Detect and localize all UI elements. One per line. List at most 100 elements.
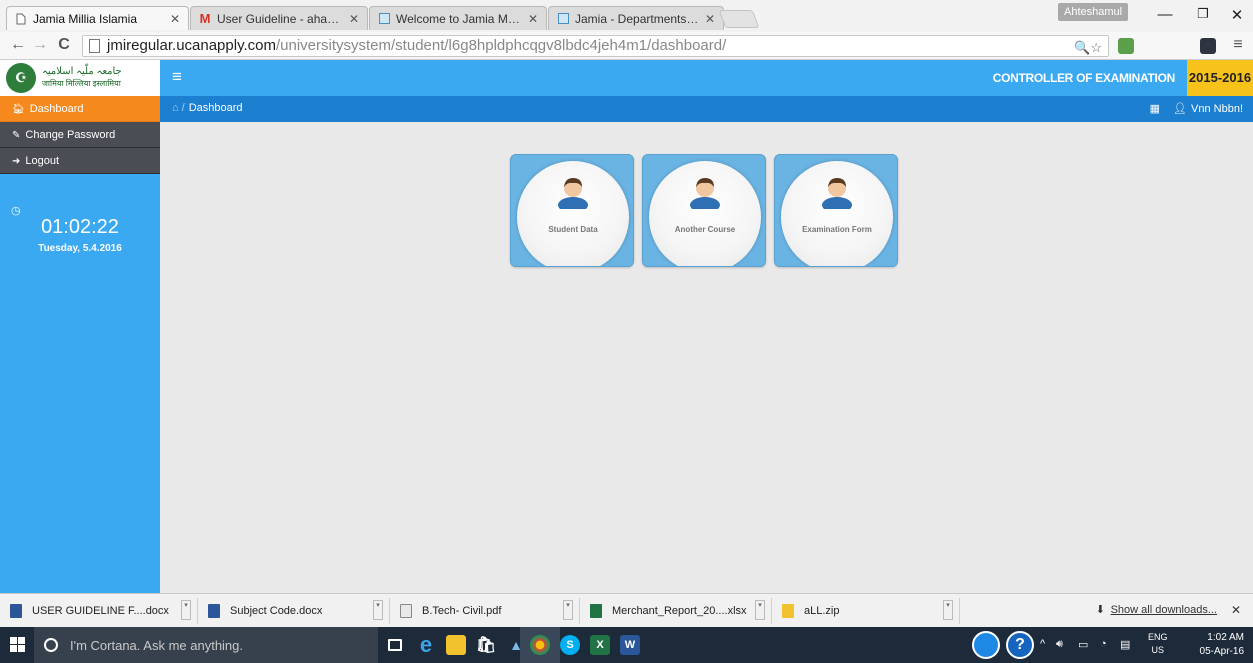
university-logo[interactable]: ☪ جامعہ ملّیہ اسلامیہ जामिया मिल्लिया इस… (0, 60, 160, 96)
close-icon[interactable]: ✕ (349, 12, 359, 26)
cortana-placeholder: I'm Cortana. Ask me anything. (70, 637, 244, 653)
download-item[interactable]: Subject Code.docx ▾ (198, 598, 390, 624)
forward-arrow-icon[interactable]: → (30, 36, 50, 54)
extension-icon[interactable] (1118, 38, 1134, 54)
calendar-icon[interactable]: ▦ (1150, 103, 1160, 115)
user-icon: 👤︎ (1173, 103, 1188, 115)
chevron-down-icon[interactable]: ▾ (373, 600, 383, 620)
skype-icon[interactable]: S (560, 635, 580, 655)
sidebar-item-label: Change Password (25, 129, 116, 141)
volume-icon[interactable]: 🔊︎ (1056, 638, 1063, 651)
store-icon[interactable]: 🛍︎ (476, 635, 496, 655)
clock-date: Tuesday, 5.4.2016 (38, 243, 122, 254)
tab-jamia-millia-islamia[interactable]: Jamia Millia Islamia ✕ (6, 6, 189, 30)
user-avatar-icon (558, 178, 588, 209)
pdf-file-icon (400, 604, 412, 618)
cortana-search-box[interactable]: I'm Cortana. Ask me anything. (34, 627, 378, 663)
address-bar[interactable]: jmiregular.ucanapply.com/universitysyste… (82, 35, 1109, 57)
back-arrow-icon[interactable]: ← (8, 36, 28, 54)
window-close-icon[interactable]: ✕ (1222, 6, 1252, 24)
zoom-bookmark-icons[interactable]: 🔍☆ (1074, 38, 1102, 56)
download-filename: Merchant_Report_20....xlsx (612, 605, 747, 617)
sidebar-item-dashboard[interactable]: 🏠︎ Dashboard (0, 96, 160, 122)
sidebar-item-label: Dashboard (29, 103, 84, 115)
file-explorer-icon[interactable] (446, 635, 466, 655)
download-filename: USER GUIDELINE F....docx (32, 605, 169, 617)
app-header: ☪ جامعہ ملّیہ اسلامیہ जामिया मिल्लिया इस… (0, 60, 1253, 96)
close-icon[interactable]: ✕ (170, 12, 180, 26)
close-icon[interactable]: ✕ (705, 12, 715, 26)
chevron-down-icon[interactable]: ▾ (943, 600, 953, 620)
chevron-up-icon[interactable]: ^ (1040, 638, 1045, 650)
card-another-course[interactable]: Another Course (642, 154, 766, 267)
task-view-icon[interactable] (388, 639, 402, 651)
menu-icon[interactable]: ≡ (1228, 36, 1248, 54)
help-icon[interactable]: ? (1006, 631, 1034, 659)
tab-welcome-jamia[interactable]: Welcome to Jamia Millia I ✕ (369, 6, 547, 30)
card-examination-form[interactable]: Examination Form (774, 154, 898, 267)
profile-button[interactable]: Ahteshamul (1058, 3, 1129, 21)
notifications-icon[interactable]: ▤ (1120, 638, 1130, 651)
breadcrumb: ⌂ / Dashboard (172, 102, 243, 114)
word-file-icon (208, 604, 220, 618)
user-menu[interactable]: ▦ 👤︎ Vnn Nbbn! (1140, 102, 1243, 115)
sidebar-item-change-password[interactable]: ✎ Change Password (0, 122, 160, 148)
chevron-down-icon[interactable]: ▾ (755, 600, 765, 620)
tab-user-guideline[interactable]: M User Guideline - ahaque ✕ (190, 6, 368, 30)
user-avatar-icon (690, 178, 720, 209)
card-label: Examination Form (802, 225, 872, 234)
page-icon (15, 13, 27, 25)
tab-title: Jamia - Departments - Off (575, 11, 699, 26)
chevron-down-icon[interactable]: ▾ (563, 600, 573, 620)
chevron-down-icon[interactable]: ▾ (181, 600, 191, 620)
zip-file-icon (782, 604, 794, 618)
chrome-icon[interactable] (530, 635, 550, 655)
taskbar-clock[interactable]: 1:02 AM 05-Apr-16 (1190, 631, 1244, 659)
wifi-icon[interactable]: ◔ (1100, 638, 1107, 650)
download-item[interactable]: aLL.zip ▾ (772, 598, 960, 624)
breadcrumb-current: Dashboard (188, 102, 243, 114)
minimize-icon[interactable]: — (1150, 6, 1180, 23)
download-icon: ⬇ (1095, 604, 1105, 616)
home-icon[interactable]: ⌂ (172, 102, 179, 114)
site-icon (378, 13, 390, 25)
extension-icon[interactable] (1200, 38, 1216, 54)
card-label: Student Data (548, 225, 598, 234)
tab-title: User Guideline - ahaque (217, 11, 343, 26)
tray-app-icon[interactable] (972, 631, 1000, 659)
home-icon: 🏠︎ (12, 104, 25, 115)
download-item[interactable]: B.Tech- Civil.pdf ▾ (390, 598, 580, 624)
excel-icon[interactable]: X (590, 635, 610, 655)
tab-jamia-departments[interactable]: Jamia - Departments - Off ✕ (548, 6, 724, 30)
download-item[interactable]: Merchant_Report_20....xlsx ▾ (580, 598, 772, 624)
language-indicator[interactable]: ENG US (1148, 631, 1168, 657)
card-student-data[interactable]: Student Data (510, 154, 634, 267)
username[interactable]: Vnn Nbbn! (1191, 103, 1243, 115)
download-filename: aLL.zip (804, 605, 840, 617)
language-code: ENG (1148, 632, 1168, 642)
show-all-downloads-link[interactable]: Show all downloads... (1111, 604, 1217, 616)
emblem-icon: ☪ (6, 63, 36, 93)
taskbar-time: 1:02 AM (1207, 632, 1244, 643)
close-icon[interactable]: ✕ (528, 12, 538, 26)
battery-icon[interactable]: ▭ (1078, 638, 1088, 651)
taskbar-date: 05-Apr-16 (1199, 646, 1244, 657)
dashboard-content: Student Data Another Course Examination … (160, 122, 1253, 593)
sidebar-item-logout[interactable]: ➜ Logout (0, 148, 160, 174)
windows-start-icon[interactable] (10, 637, 26, 653)
user-avatar-icon (822, 178, 852, 209)
sidebar-item-label: Logout (25, 155, 60, 167)
download-item[interactable]: USER GUIDELINE F....docx ▾ (0, 598, 198, 624)
reload-icon[interactable]: C (54, 36, 74, 54)
url-path: /universitysystem/student/l6g8hpldphcqgv… (275, 37, 727, 54)
download-filename: B.Tech- Civil.pdf (422, 605, 502, 617)
hamburger-menu-icon[interactable]: ≡ (172, 67, 182, 87)
word-icon[interactable]: W (620, 635, 640, 655)
close-icon[interactable]: ✕ (1231, 603, 1241, 617)
site-icon (557, 13, 569, 25)
restore-icon[interactable]: ❐ (1188, 6, 1218, 22)
tab-title: Jamia Millia Islamia (33, 11, 138, 26)
new-tab-button[interactable] (718, 10, 760, 28)
edge-icon[interactable]: e (416, 632, 436, 657)
logo-text-hindi: जामिया मिल्लिया इस्लामिया (42, 79, 121, 88)
